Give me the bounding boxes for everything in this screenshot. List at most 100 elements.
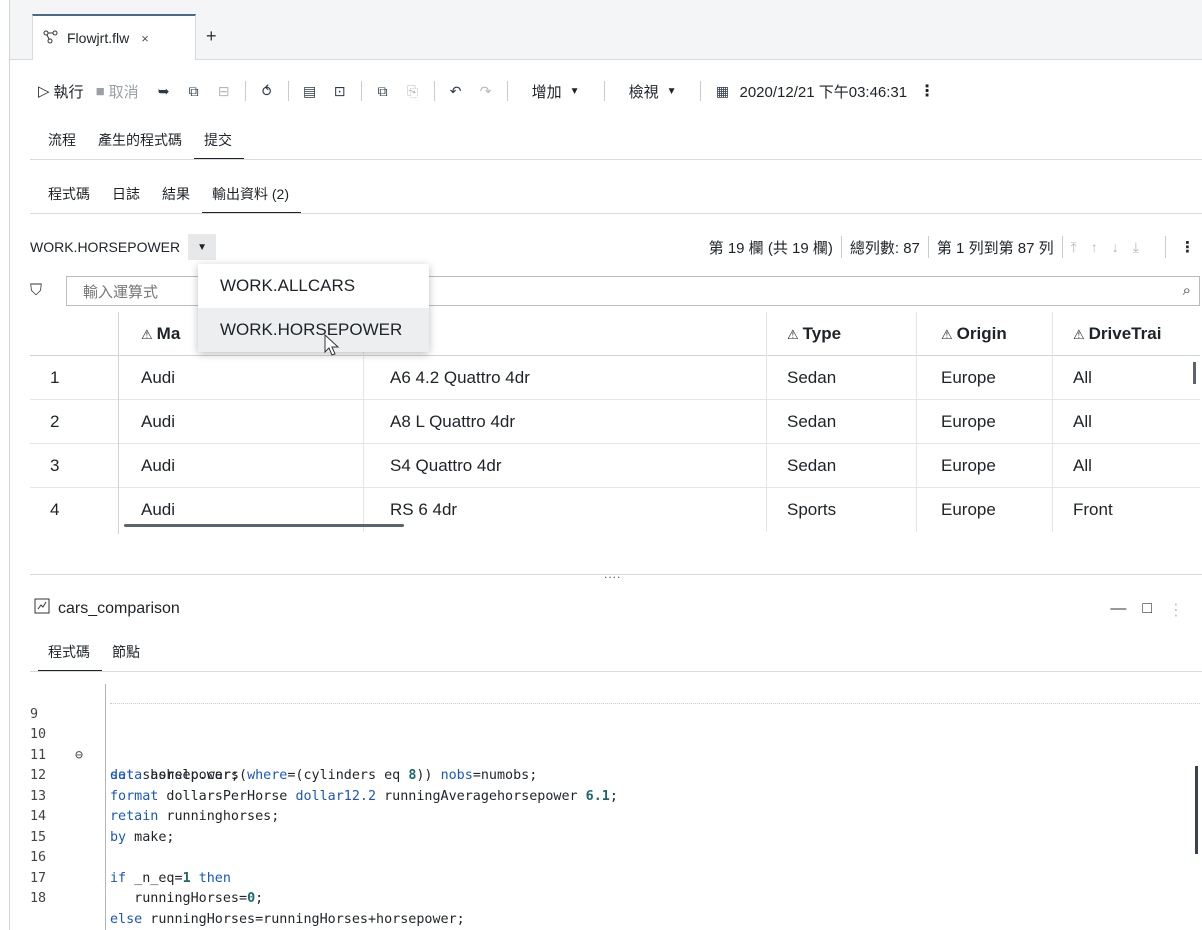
previous-row-icon[interactable]: ↑ bbox=[1091, 239, 1098, 256]
paste-icon[interactable]: ⎘ bbox=[404, 83, 422, 100]
code-line: 16 if _n_eq=1 then bbox=[30, 828, 1200, 886]
tab-nodes[interactable]: 節點 bbox=[102, 640, 152, 672]
table-selector[interactable]: WORK.HORSEPOWER ▼ bbox=[30, 234, 217, 260]
run-from-node-icon[interactable]: ⧉ bbox=[185, 83, 203, 100]
flow-icon bbox=[43, 30, 59, 47]
tab-flow[interactable]: 流程 bbox=[38, 128, 88, 160]
mouse-cursor-icon bbox=[324, 333, 340, 361]
add-dropdown[interactable]: 增加 ▼ bbox=[532, 81, 580, 102]
cell-origin[interactable]: Europe bbox=[916, 356, 1052, 400]
row-number: 4 bbox=[50, 500, 60, 519]
cell-type[interactable]: Sedan bbox=[766, 356, 916, 400]
file-tab-label: Flowjrt.flw bbox=[67, 30, 130, 46]
cell-type[interactable]: Sedan bbox=[766, 444, 916, 488]
table-stats: 第 19 欄 (共 19 欄) 總列數: 87 第 1 列到第 87 列 ⤒ ↑… bbox=[709, 234, 1195, 260]
last-row-icon[interactable]: ⤓ bbox=[1133, 239, 1139, 256]
run-to-node-icon[interactable]: ⊟ bbox=[215, 83, 233, 100]
column-header-origin[interactable]: ⚠ Origin bbox=[916, 312, 1052, 356]
toolbar-divider bbox=[433, 81, 435, 101]
undo-icon[interactable]: ↶ bbox=[447, 83, 465, 100]
maximize-icon[interactable]: □ bbox=[1142, 600, 1152, 620]
tab-output-data[interactable]: 輸出資料 (2) bbox=[202, 182, 301, 214]
cell-origin[interactable]: Europe bbox=[916, 400, 1052, 444]
caret-down-icon[interactable]: ▼ bbox=[188, 234, 217, 260]
more-options-icon[interactable]: ⋮ bbox=[919, 81, 935, 101]
cancel-label: 取消 bbox=[108, 83, 139, 101]
cell-drivetrain[interactable]: All bbox=[1052, 400, 1200, 444]
tab-node-code[interactable]: 程式碼 bbox=[38, 640, 102, 672]
minimize-icon[interactable]: — bbox=[1110, 600, 1126, 620]
more-options-icon[interactable]: ⋮ bbox=[1168, 600, 1184, 620]
search-icon[interactable]: ⌕ bbox=[1183, 282, 1191, 299]
save-as-icon[interactable]: ⊡ bbox=[331, 83, 349, 100]
redo-icon[interactable]: ↷ bbox=[477, 83, 495, 100]
cell-model[interactable]: A6 4.2 Quattro 4dr bbox=[363, 356, 766, 400]
divider bbox=[30, 159, 1202, 160]
file-tab[interactable]: Flowjrt.flw × bbox=[32, 14, 196, 60]
cell-make[interactable]: Audi bbox=[118, 444, 363, 488]
total-rows: 總列數: 87 bbox=[849, 239, 920, 257]
column-header-type[interactable]: ⚠ Type bbox=[766, 312, 916, 356]
cell-model[interactable]: RS 6 4dr bbox=[363, 488, 766, 532]
view-dropdown[interactable]: 檢視 ▼ bbox=[629, 81, 677, 102]
caret-down-icon: ▼ bbox=[569, 85, 580, 97]
code-scrollbar[interactable] bbox=[1195, 766, 1198, 854]
character-column-icon: ⚠ bbox=[141, 327, 153, 342]
cell-drivetrain[interactable]: All bbox=[1052, 356, 1200, 400]
schedule-icon[interactable]: ⥀ bbox=[258, 83, 276, 100]
splitter-grip[interactable]: .... bbox=[604, 567, 621, 581]
left-border bbox=[9, 0, 10, 930]
close-icon[interactable]: × bbox=[141, 31, 149, 46]
cell-type[interactable]: Sports bbox=[766, 488, 916, 532]
table-options-icon[interactable]: ⋮ bbox=[1180, 238, 1195, 256]
table-row[interactable]: 1 Audi A6 4.2 Quattro 4dr Sedan Europe A… bbox=[30, 356, 1200, 400]
node-panel-title: cars_comparison bbox=[34, 598, 180, 619]
vertical-scrollbar[interactable] bbox=[1193, 362, 1196, 384]
table-row[interactable]: 3 Audi S4 Quattro 4dr Sedan Europe All bbox=[30, 444, 1200, 488]
divider bbox=[1165, 236, 1166, 258]
code-line: 13 retain runninghorses; bbox=[30, 766, 1200, 825]
tab-submit[interactable]: 提交 bbox=[194, 128, 244, 160]
menu-item-allcars[interactable]: WORK.ALLCARS bbox=[198, 264, 429, 308]
toolbar-divider bbox=[360, 81, 362, 101]
code-editor[interactable]: 9 10 ⊖ data horsepower; 11 set sashelp.c… bbox=[30, 684, 1200, 930]
row-number-header bbox=[30, 312, 118, 356]
toolbar-divider bbox=[603, 81, 605, 101]
submit-tabs: 程式碼 日誌 結果 輸出資料 (2) bbox=[38, 182, 301, 214]
grid-view-icon[interactable]: ▦ bbox=[713, 83, 731, 100]
column-header-drivetrain[interactable]: ⚠ DriveTrai bbox=[1052, 312, 1200, 356]
cell-model[interactable]: S4 Quattro 4dr bbox=[363, 444, 766, 488]
toolbar-divider bbox=[506, 81, 508, 101]
tab-generated-code[interactable]: 產生的程式碼 bbox=[88, 128, 194, 160]
menu-item-horsepower[interactable]: WORK.HORSEPOWER bbox=[198, 308, 429, 352]
tab-code[interactable]: 程式碼 bbox=[38, 182, 102, 214]
first-row-icon[interactable]: ⤒ bbox=[1071, 239, 1077, 256]
horizontal-scrollbar[interactable] bbox=[124, 524, 404, 527]
row-number: 3 bbox=[50, 456, 60, 475]
cell-model[interactable]: A8 L Quattro 4dr bbox=[363, 400, 766, 444]
cell-origin[interactable]: Europe bbox=[916, 488, 1052, 532]
code-line: 10 ⊖ data horsepower; bbox=[30, 705, 1200, 783]
cancel-button[interactable]: ■ 取消 bbox=[96, 81, 139, 102]
column-header-label: Ma bbox=[156, 324, 181, 343]
cell-drivetrain[interactable]: All bbox=[1052, 444, 1200, 488]
cell-make[interactable]: Audi bbox=[118, 356, 363, 400]
caret-down-icon: ▼ bbox=[666, 85, 677, 97]
add-tab-button[interactable]: + bbox=[206, 26, 217, 47]
save-icon[interactable]: ▤ bbox=[301, 83, 319, 100]
cell-type[interactable]: Sedan bbox=[766, 400, 916, 444]
filter-icon[interactable]: ⛉ bbox=[30, 282, 60, 300]
toolbar-divider bbox=[287, 81, 289, 101]
run-button[interactable]: ▷ 執行 bbox=[38, 81, 84, 102]
copy-icon[interactable]: ⧉ bbox=[374, 83, 392, 100]
run-node-icon[interactable]: ➥ bbox=[155, 83, 173, 100]
table-row[interactable]: 2 Audi A8 L Quattro 4dr Sedan Europe All bbox=[30, 400, 1200, 444]
tab-log[interactable]: 日誌 bbox=[102, 182, 152, 214]
run-label: 執行 bbox=[53, 83, 84, 101]
tab-results[interactable]: 結果 bbox=[152, 182, 202, 214]
cell-origin[interactable]: Europe bbox=[916, 444, 1052, 488]
cell-make[interactable]: Audi bbox=[118, 400, 363, 444]
character-column-icon: ⚠ bbox=[941, 327, 953, 342]
cell-drivetrain[interactable]: Front bbox=[1052, 488, 1200, 532]
next-row-icon[interactable]: ↓ bbox=[1112, 239, 1119, 256]
